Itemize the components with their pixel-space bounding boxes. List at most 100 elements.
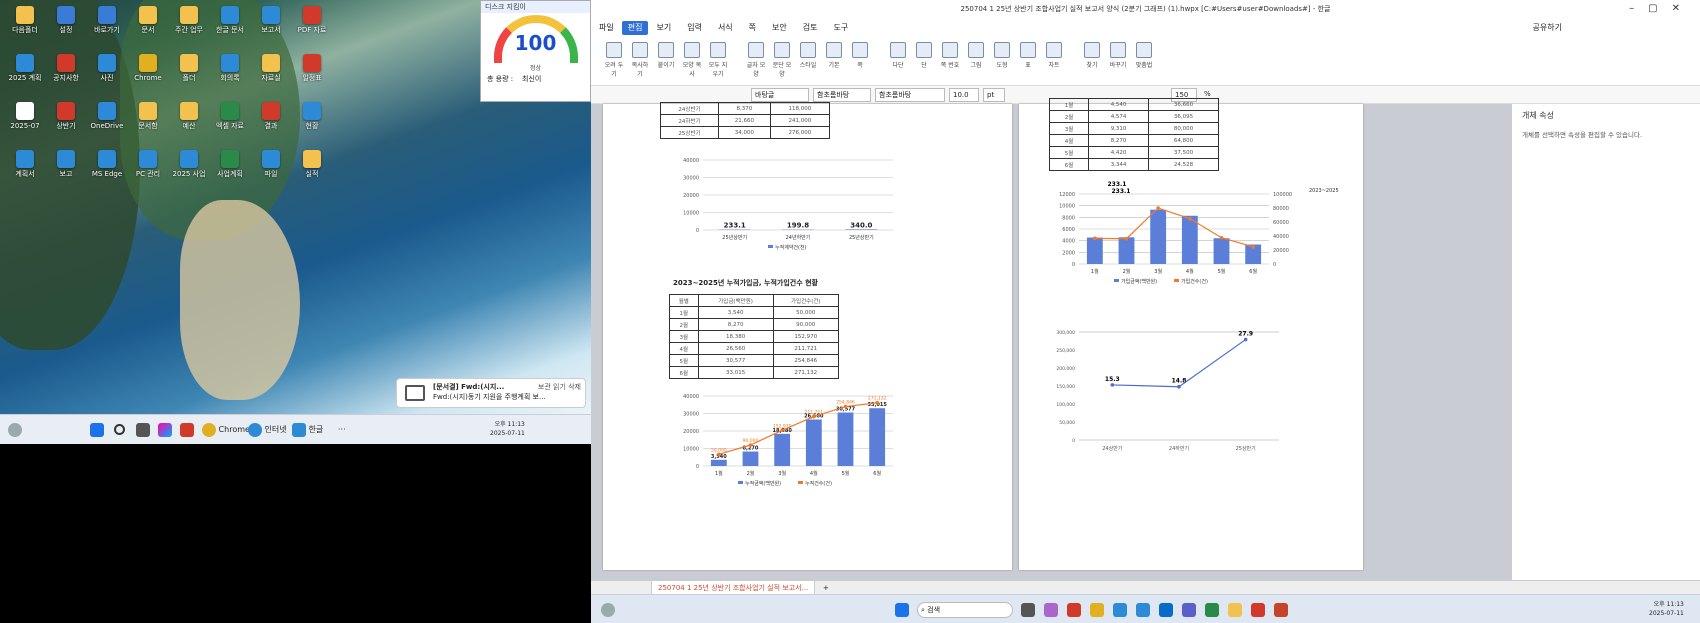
desktop-icon[interactable]: 계획서 xyxy=(6,150,44,194)
taskbar-app-icon[interactable] xyxy=(1205,600,1219,620)
desktop-icon[interactable]: PC 관리 xyxy=(129,150,167,194)
taskbar-app-icon[interactable] xyxy=(1090,600,1104,620)
edge-button[interactable]: 인터넷 xyxy=(248,420,287,440)
taskbar-search[interactable]: ⌕ 검색 xyxy=(917,602,1013,618)
menu-item[interactable]: 보안 xyxy=(764,18,795,38)
ribbon-button[interactable]: 오려 두기 xyxy=(603,42,625,78)
search-icon[interactable] xyxy=(114,420,125,440)
taskbar-app-icon[interactable] xyxy=(1113,600,1127,620)
taskbar-app-icon[interactable] xyxy=(1182,600,1196,620)
desktop-icon[interactable]: 사업계획 xyxy=(211,150,249,194)
document-tab[interactable]: 250704 1 25년 상반기 조합사업기 실적 보고서... xyxy=(651,581,816,595)
desktop-icon[interactable]: MS Edge xyxy=(88,150,126,194)
ribbon-button[interactable]: 붙이기 xyxy=(655,42,677,69)
window-controls[interactable]: –▢✕ xyxy=(1629,0,1694,18)
ribbon-button[interactable]: 스타일 xyxy=(797,42,819,69)
document-area[interactable]: 24상반기 8,370 118,000 24하반기 21,660 241,000 25상반기… xyxy=(591,98,1511,580)
desktop-icon[interactable]: 설정 xyxy=(47,6,85,50)
desktop-icon[interactable]: OneDrive xyxy=(88,102,126,146)
ribbon-button[interactable]: 모양 복사 xyxy=(681,42,703,78)
ribbon-button[interactable]: 글자 모양 xyxy=(745,42,767,78)
chart-1[interactable]: 0 10000 20000 30000 40000 25년상반기 233.1 24년하반기 19… xyxy=(663,152,923,262)
menu-item[interactable]: 파일 xyxy=(591,18,622,38)
ribbon-button[interactable]: 모두 지우기 xyxy=(707,42,729,78)
desktop-icon[interactable]: 문서함 xyxy=(129,102,167,146)
desktop-icon[interactable]: 결과 xyxy=(252,102,290,146)
desktop-icon[interactable]: 상반기 xyxy=(47,102,85,146)
font-select[interactable]: 함초롬바탕 xyxy=(813,88,871,102)
desktop-icon[interactable]: 문서 xyxy=(129,6,167,50)
chart-2[interactable]: 0100002000030000400001월3,5402월8,2703월18,… xyxy=(663,382,923,492)
menu-item[interactable]: 보기 xyxy=(648,18,679,38)
mail-notification[interactable]: [문서결] Fwd:(시지... Fwd:(시지)동기 지원을 주행계획 보..… xyxy=(396,378,586,408)
menu-item[interactable]: 입력 xyxy=(679,18,710,38)
taskbar-app-icon[interactable] xyxy=(1228,600,1242,620)
taskbar-app-icon[interactable] xyxy=(1067,600,1081,620)
desktop-icon[interactable]: 일정표 xyxy=(293,54,331,98)
desktop-icon[interactable]: 주간 업무 xyxy=(170,6,208,50)
desktop-icon[interactable]: 자료실 xyxy=(252,54,290,98)
ribbon-button[interactable]: 도형 xyxy=(991,42,1013,69)
copilot-icon[interactable] xyxy=(158,420,172,440)
desktop-icon[interactable]: 사진 xyxy=(88,54,126,98)
widgets-icon-2[interactable] xyxy=(601,600,615,620)
taskbar-app-icon[interactable] xyxy=(1044,600,1058,620)
left-clock[interactable]: 오후 11:13 2025-07-11 xyxy=(490,420,525,440)
pdf-icon[interactable] xyxy=(180,420,194,440)
desktop-icon[interactable]: 실적 xyxy=(293,150,331,194)
ribbon-button[interactable]: 쪽 번호 xyxy=(939,42,961,69)
notify-actions[interactable]: 보관 읽기 삭제 xyxy=(538,382,581,392)
desktop-icon[interactable]: 보고서 xyxy=(252,6,290,50)
taskbar-app-icon[interactable] xyxy=(1021,600,1035,620)
taskbar-app-icon[interactable] xyxy=(1136,600,1150,620)
more-icon[interactable]: ··· xyxy=(338,420,346,440)
desktop-icon[interactable]: 엑셀 자료 xyxy=(211,102,249,146)
desktop-icon[interactable]: 2025 사업 xyxy=(170,150,208,194)
menu-item[interactable]: 서식 xyxy=(710,18,741,38)
desktop-icon[interactable]: 2025 계획 xyxy=(6,54,44,98)
desktop-icon[interactable]: 보고 xyxy=(47,150,85,194)
desktop-icon[interactable]: 한글 문서 xyxy=(211,6,249,50)
widgets-icon[interactable] xyxy=(8,420,22,440)
style-select[interactable]: 바탕글 xyxy=(751,88,809,102)
desktop-icon[interactable]: 바로가기 xyxy=(88,6,126,50)
unit-select[interactable]: pt xyxy=(983,88,1005,102)
ribbon-button[interactable]: 문단 모양 xyxy=(771,42,793,78)
chart-4[interactable]: 0 50,000 100,000 150,000 200,000 250,000 300,0… xyxy=(1039,322,1299,462)
desktop-icon[interactable]: 폴더 xyxy=(170,54,208,98)
ribbon-button[interactable]: 차트 xyxy=(1043,42,1065,69)
ribbon-button[interactable]: 쪽 xyxy=(849,42,871,69)
taskbar-app-icon[interactable] xyxy=(1274,600,1288,620)
desktop-icon[interactable]: 현황 xyxy=(293,102,331,146)
menu-item[interactable]: 검토 xyxy=(795,18,826,38)
ribbon-button[interactable]: 다단 xyxy=(887,42,909,69)
right-clock[interactable]: 오후 11:13 2025-07-11 xyxy=(1649,600,1684,620)
desktop-icon[interactable]: Chrome xyxy=(129,54,167,98)
ribbon-button[interactable]: 바꾸기 xyxy=(1107,42,1129,69)
ribbon-button[interactable]: 기본 xyxy=(823,42,845,69)
ribbon-button[interactable]: 복사하기 xyxy=(629,42,651,78)
ribbon-button[interactable]: 찾기 xyxy=(1081,42,1103,69)
desktop-icon[interactable]: 공지사항 xyxy=(47,54,85,98)
menu-item[interactable]: 쪽 xyxy=(741,18,764,38)
taskbar-app-icon[interactable] xyxy=(1159,600,1173,620)
menu-item[interactable]: 편집 xyxy=(621,21,649,35)
chrome-button[interactable]: Chrome xyxy=(202,420,250,440)
hwp-button[interactable]: 한글 xyxy=(292,420,323,440)
start-icon-2[interactable] xyxy=(895,600,909,620)
ribbon-button[interactable]: 단 xyxy=(913,42,935,69)
new-tab-icon[interactable]: + xyxy=(823,581,829,595)
desktop-icon[interactable]: 회의록 xyxy=(211,54,249,98)
chart-3[interactable]: 0 2000 4000 6000 8000 10000 12000 1월 2월 3월 4월 5월 6월 0… xyxy=(1039,180,1339,292)
desktop-icon[interactable]: 예산 xyxy=(170,102,208,146)
desktop-icon[interactable]: 2025-07 xyxy=(6,102,44,146)
desktop-icon[interactable]: PDF 자료 xyxy=(293,6,331,50)
task-view-icon[interactable] xyxy=(136,420,150,440)
ribbon-button[interactable]: 그림 xyxy=(965,42,987,69)
menu-item[interactable]: 도구 xyxy=(826,18,857,38)
font2-select[interactable]: 함초롬바탕 xyxy=(875,88,945,102)
desktop-icon[interactable]: 다음폴더 xyxy=(6,6,44,50)
ribbon-button[interactable]: 표 xyxy=(1017,42,1039,69)
taskbar-app-icon[interactable] xyxy=(1251,600,1265,620)
share-button[interactable]: 공유하기 xyxy=(1525,18,1570,38)
